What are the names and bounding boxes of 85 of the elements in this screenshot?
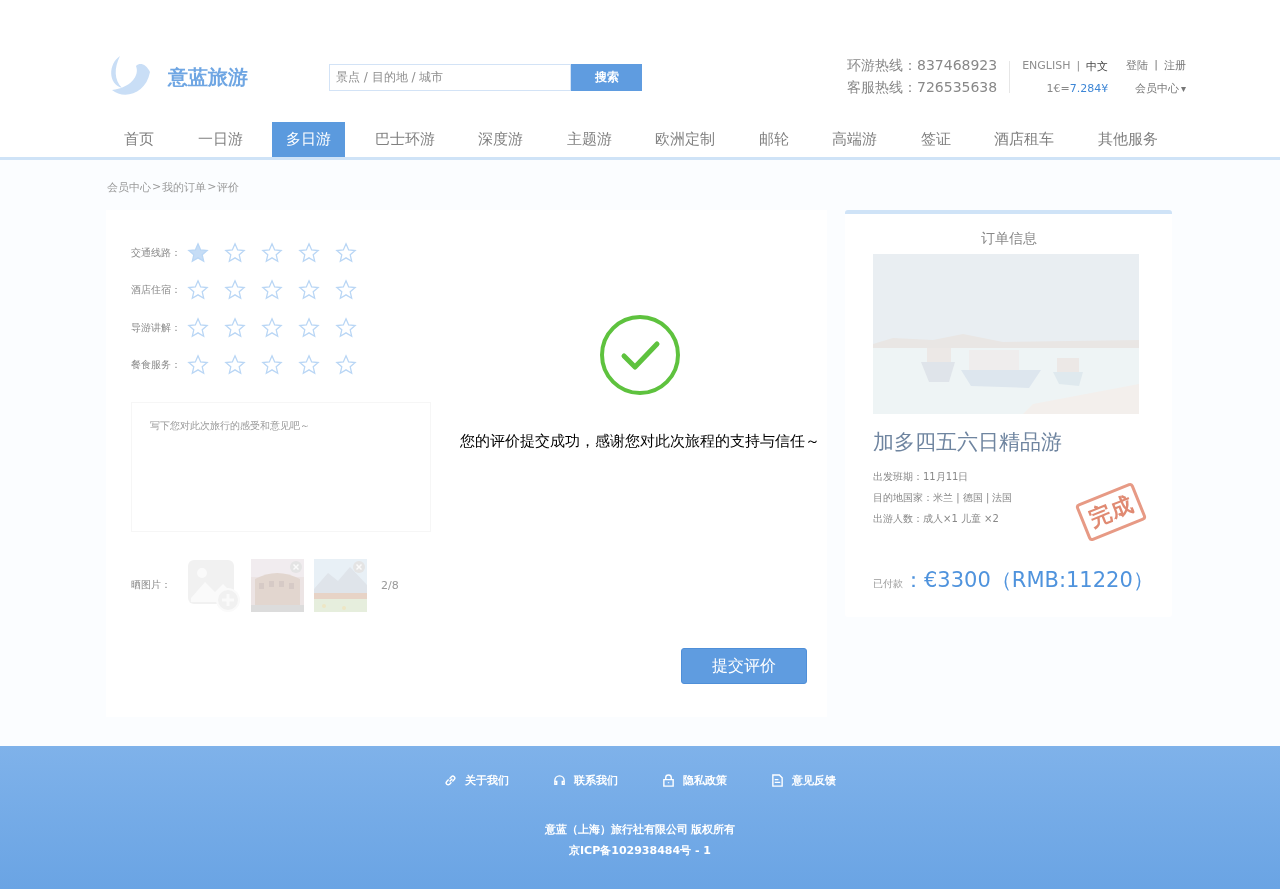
- success-message: 您的评价提交成功，感谢您对此次旅程的支持与信任～: [460, 432, 820, 451]
- nav-tab[interactable]: 一日游: [183, 122, 257, 157]
- comment-field[interactable]: 写下您对此次旅行的感受和意见吧～: [131, 402, 431, 532]
- link-icon: [444, 774, 457, 787]
- breadcrumb-separator: >: [207, 180, 217, 195]
- star-icon[interactable]: [335, 316, 357, 339]
- star-rating[interactable]: [187, 279, 357, 302]
- star-icon[interactable]: [335, 241, 357, 264]
- nav-tab[interactable]: 签证: [906, 122, 965, 157]
- headset-icon: [553, 774, 566, 787]
- search-button[interactable]: 搜索: [571, 63, 642, 91]
- hotline-text: 环游热线：837468923: [847, 57, 998, 75]
- nav-tab[interactable]: 酒店租车: [980, 122, 1069, 157]
- rating-label: 交通线路：: [131, 245, 182, 260]
- completed-stamp: 完成: [1074, 481, 1148, 543]
- nav-tab[interactable]: 欧洲定制: [641, 122, 730, 157]
- breadcrumb-separator: >: [152, 180, 162, 195]
- star-rating[interactable]: [187, 241, 357, 264]
- rating-label: 餐食服务：: [131, 358, 182, 373]
- copyright-text: 意蓝（上海）旅行社有限公司 版权所有: [544, 822, 736, 837]
- logo-text: 意蓝旅游: [168, 63, 248, 91]
- photos-label: 晒图片：: [131, 578, 172, 592]
- search-field[interactable]: 景点 / 目的地 / 城市: [329, 63, 571, 91]
- language-link[interactable]: 中文: [1086, 59, 1109, 74]
- star-icon[interactable]: [187, 241, 209, 264]
- submit-button[interactable]: 提交评价: [681, 648, 807, 684]
- star-rating[interactable]: [187, 354, 357, 377]
- star-icon[interactable]: [187, 279, 209, 302]
- order-title: 订单信息: [980, 230, 1037, 248]
- account-link[interactable]: 登陆: [1126, 58, 1149, 73]
- order-detail: 出游人数：成人×1 儿童 ×2: [873, 512, 999, 526]
- photo-count: 2/8: [381, 578, 399, 592]
- star-icon[interactable]: [298, 354, 320, 377]
- hotline-text: 客服热线：726535638: [847, 79, 998, 97]
- tour-name: 加多四五六日精品游: [873, 429, 1063, 456]
- star-icon[interactable]: [224, 316, 246, 339]
- order-detail: 出发班期：11月11日: [873, 470, 969, 484]
- star-icon[interactable]: [261, 354, 283, 377]
- order-detail: 目的地国家：米兰 | 德国 | 法国: [873, 491, 1013, 505]
- star-icon[interactable]: [335, 279, 357, 302]
- footer-link[interactable]: 隐私政策: [683, 773, 727, 788]
- star-icon[interactable]: [261, 316, 283, 339]
- lock-icon: [662, 774, 675, 787]
- footer-link[interactable]: 关于我们: [465, 773, 509, 788]
- nav-tab[interactable]: 其他服务: [1083, 122, 1172, 157]
- remove-icon[interactable]: [290, 560, 302, 573]
- remove-icon[interactable]: [353, 560, 365, 573]
- star-icon[interactable]: [261, 279, 283, 302]
- nav-tab[interactable]: 高端游: [818, 122, 892, 157]
- star-icon[interactable]: [298, 316, 320, 339]
- star-icon[interactable]: [298, 279, 320, 302]
- star-icon[interactable]: [224, 279, 246, 302]
- exchange-rate: 1€=7.284¥: [1046, 82, 1109, 95]
- star-icon[interactable]: [187, 316, 209, 339]
- breadcrumb-link[interactable]: 我的订单: [162, 180, 207, 195]
- account-link[interactable]: 注册: [1163, 58, 1186, 73]
- star-icon[interactable]: [298, 241, 320, 264]
- star-icon[interactable]: [187, 354, 209, 377]
- star-icon[interactable]: [335, 354, 357, 377]
- member-menu[interactable]: 会员中心: [1134, 81, 1179, 96]
- star-rating[interactable]: [187, 316, 357, 339]
- divider-text: |: [1154, 58, 1158, 73]
- paid-label: 已付款: [873, 577, 903, 591]
- star-icon[interactable]: [224, 241, 246, 264]
- caret-icon[interactable]: ▾: [1180, 83, 1186, 94]
- rating-label: 酒店住宿：: [131, 283, 182, 298]
- footer-link[interactable]: 联系我们: [574, 773, 618, 788]
- paid-amount: ：€3300（RMB:11220）: [903, 567, 1154, 594]
- nav-tab[interactable]: 邮轮: [744, 122, 803, 157]
- rating-label: 导游讲解：: [131, 320, 182, 335]
- copyright-text: 京ICP备102938484号 - 1: [569, 843, 711, 858]
- star-icon[interactable]: [224, 354, 246, 377]
- nav-tab[interactable]: 多日游: [272, 122, 346, 157]
- nav-tab[interactable]: 巴士环游: [360, 122, 449, 157]
- note-icon: [771, 774, 784, 787]
- breadcrumb-link[interactable]: 会员中心: [107, 180, 151, 195]
- language-link[interactable]: ENGLISH: [1022, 59, 1071, 74]
- nav-tab[interactable]: 深度游: [464, 122, 538, 157]
- star-icon[interactable]: [261, 241, 283, 264]
- footer-link[interactable]: 意见反馈: [792, 773, 836, 788]
- breadcrumb-link[interactable]: 评价: [217, 180, 240, 195]
- divider-text: |: [1076, 59, 1081, 74]
- success-check-icon: [599, 314, 681, 396]
- nav-tab[interactable]: 首页: [110, 122, 168, 157]
- nav-tab[interactable]: 主题游: [552, 122, 626, 157]
